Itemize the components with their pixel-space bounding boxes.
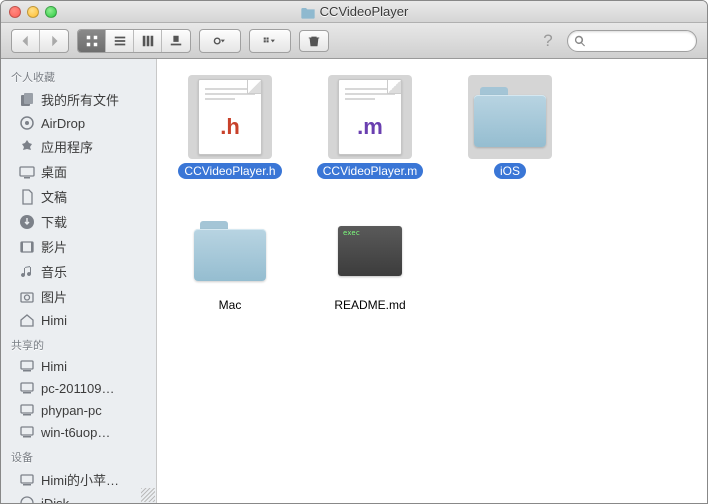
sidebar: 个人收藏 我的所有文件 AirDrop 应用程序 桌面 文稿 下载 影片 音乐 … <box>1 59 157 503</box>
file-item[interactable]: .h CCVideoPlayer.h <box>175 75 285 179</box>
action-menu-button[interactable] <box>200 30 240 52</box>
sidebar-item-pictures[interactable]: 图片 <box>1 284 156 309</box>
sidebar-item-label: phypan-pc <box>41 403 102 418</box>
sidebar-item-label: 桌面 <box>41 162 67 181</box>
sidebar-item-label: Himi <box>41 359 67 374</box>
sidebar-item-music[interactable]: 音乐 <box>1 259 156 284</box>
resize-handle[interactable] <box>141 488 155 502</box>
sidebar-item-idisk[interactable]: iDisk <box>1 492 156 503</box>
window-title: CCVideoPlayer <box>1 4 707 19</box>
nav-back-forward <box>11 29 69 53</box>
documents-icon <box>19 189 35 205</box>
downloads-icon <box>19 214 35 230</box>
search-field[interactable] <box>567 30 697 52</box>
sidebar-item-label: Himi的小苹… <box>41 470 119 489</box>
sidebar-header-shared: 共享的 <box>1 331 156 355</box>
search-icon <box>574 35 586 47</box>
file-label: Mac <box>213 297 248 313</box>
folder-icon <box>188 209 272 293</box>
computer-icon <box>19 380 35 396</box>
sidebar-item-label: pc-201109… <box>41 381 114 396</box>
arrange-menu-button[interactable] <box>250 30 290 52</box>
desktop-icon <box>19 164 35 180</box>
applications-icon <box>19 139 35 155</box>
forward-button[interactable] <box>40 30 68 52</box>
computer-icon <box>19 402 35 418</box>
sidebar-item-label: 我的所有文件 <box>41 90 119 109</box>
idisk-icon <box>19 495 35 503</box>
sidebar-item-shared-computer[interactable]: phypan-pc <box>1 399 156 421</box>
sidebar-item-label: 应用程序 <box>41 137 93 156</box>
sidebar-item-downloads[interactable]: 下载 <box>1 209 156 234</box>
sidebar-item-label: AirDrop <box>41 116 85 131</box>
sidebar-item-documents[interactable]: 文稿 <box>1 184 156 209</box>
sidebar-item-label: 图片 <box>41 287 67 306</box>
icon-view-button[interactable] <box>78 30 106 52</box>
sidebar-item-label: win-t6uop… <box>41 425 110 440</box>
coverflow-view-button[interactable] <box>162 30 190 52</box>
sidebar-item-label: 音乐 <box>41 262 67 281</box>
sidebar-item-home[interactable]: Himi <box>1 309 156 331</box>
home-icon <box>19 312 35 328</box>
file-icon-m: .m <box>328 75 412 159</box>
file-label: README.md <box>328 297 411 313</box>
computer-icon <box>19 358 35 374</box>
toolbar: ? <box>1 23 707 59</box>
folder-item[interactable]: iOS <box>455 75 565 179</box>
file-icon-h: .h <box>188 75 272 159</box>
sidebar-item-movies[interactable]: 影片 <box>1 234 156 259</box>
movies-icon <box>19 239 35 255</box>
sidebar-item-label: 影片 <box>41 237 67 256</box>
view-switcher <box>77 29 191 53</box>
sidebar-item-shared-computer[interactable]: win-t6uop… <box>1 421 156 443</box>
sidebar-item-airdrop[interactable]: AirDrop <box>1 112 156 134</box>
sidebar-item-applications[interactable]: 应用程序 <box>1 134 156 159</box>
action-group <box>199 29 241 53</box>
sidebar-item-device[interactable]: Himi的小苹… <box>1 467 156 492</box>
back-button[interactable] <box>12 30 40 52</box>
sidebar-item-label: Himi <box>41 313 67 328</box>
all-files-icon <box>19 92 35 108</box>
airdrop-icon <box>19 115 35 131</box>
trash-button[interactable] <box>299 30 329 52</box>
sidebar-item-desktop[interactable]: 桌面 <box>1 159 156 184</box>
sidebar-item-label: iDisk <box>41 496 69 504</box>
column-view-button[interactable] <box>134 30 162 52</box>
pictures-icon <box>19 289 35 305</box>
sidebar-item-all-files[interactable]: 我的所有文件 <box>1 87 156 112</box>
title-bar: CCVideoPlayer <box>1 1 707 23</box>
sidebar-header-devices: 设备 <box>1 443 156 467</box>
search-input[interactable] <box>590 34 690 48</box>
sidebar-item-label: 文稿 <box>41 187 67 206</box>
folder-icon <box>468 75 552 159</box>
list-view-button[interactable] <box>106 30 134 52</box>
file-icon-md <box>328 209 412 293</box>
file-label: CCVideoPlayer.h <box>178 163 281 179</box>
sidebar-item-shared-computer[interactable]: pc-201109… <box>1 377 156 399</box>
file-item[interactable]: .m CCVideoPlayer.m <box>315 75 425 179</box>
sidebar-item-label: 下载 <box>41 212 67 231</box>
sidebar-header-favorites: 个人收藏 <box>1 63 156 87</box>
device-icon <box>19 472 35 488</box>
file-item[interactable]: README.md <box>315 209 425 313</box>
computer-icon <box>19 424 35 440</box>
file-label: CCVideoPlayer.m <box>317 163 424 179</box>
arrange-group <box>249 29 291 53</box>
help-button[interactable]: ? <box>537 30 559 52</box>
sidebar-item-shared-computer[interactable]: Himi <box>1 355 156 377</box>
file-label: iOS <box>494 163 526 179</box>
music-icon <box>19 264 35 280</box>
file-grid[interactable]: .h CCVideoPlayer.h .m CCVideoPlayer.m iO… <box>157 59 707 503</box>
folder-item[interactable]: Mac <box>175 209 285 313</box>
